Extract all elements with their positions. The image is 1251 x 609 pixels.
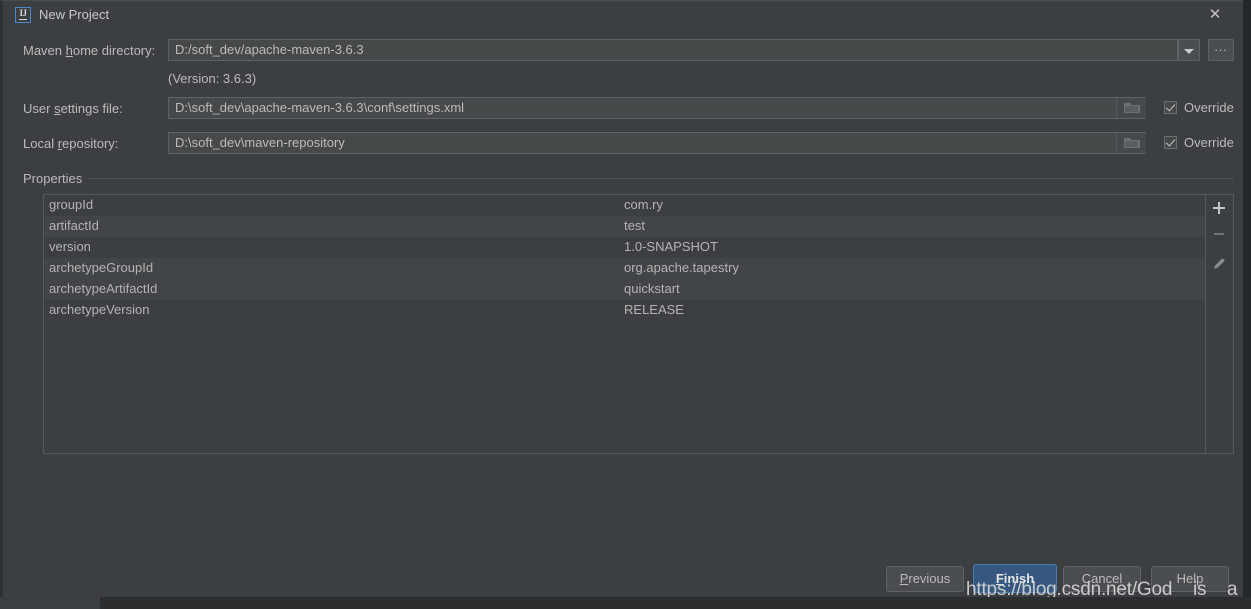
new-project-dialog: IJ New Project ✕ Maven home directory: D… [0, 0, 1251, 600]
user-settings-label: User settings file: [23, 101, 123, 116]
local-repository-label: Local repository: [23, 136, 119, 151]
local-repository-input[interactable]: D:\soft_dev\maven-repository [168, 132, 1146, 154]
property-value: com.ry [624, 197, 663, 212]
property-key: groupId [49, 197, 94, 212]
properties-group-rule [23, 178, 1234, 179]
property-value: RELEASE [624, 302, 684, 317]
remove-property-button[interactable] [1206, 221, 1233, 247]
dialog-titlebar: IJ New Project ✕ [3, 1, 1243, 29]
table-row[interactable]: artifactId test [44, 216, 1208, 237]
property-key: archetypeArtifactId [49, 281, 158, 296]
user-settings-input[interactable]: D:\soft_dev\apache-maven-3.6.3\conf\sett… [168, 97, 1146, 119]
close-icon[interactable]: ✕ [1195, 3, 1235, 27]
folder-icon[interactable] [1116, 98, 1146, 118]
property-value: quickstart [624, 281, 680, 296]
table-row[interactable]: version 1.0-SNAPSHOT [44, 237, 1208, 258]
window-bottom-edge-left [0, 597, 100, 609]
properties-table[interactable]: groupId com.ry artifactId test version 1… [44, 195, 1208, 453]
properties-group-label: Properties [23, 171, 89, 186]
properties-table-panel: groupId com.ry artifactId test version 1… [43, 194, 1234, 454]
checkbox-checked-icon [1164, 101, 1177, 114]
window-bottom-edge [0, 597, 1251, 609]
chevron-down-icon[interactable] [1178, 39, 1200, 61]
dialog-title: New Project [39, 7, 110, 22]
property-key: archetypeVersion [49, 302, 150, 317]
intellij-idea-icon: IJ [15, 7, 31, 23]
checkbox-checked-icon [1164, 136, 1177, 149]
pencil-icon [1214, 258, 1225, 269]
previous-button[interactable]: Previous [886, 566, 964, 592]
edit-property-button[interactable] [1206, 251, 1233, 277]
property-value: test [624, 218, 645, 233]
minus-icon [1214, 233, 1224, 235]
table-row[interactable]: archetypeArtifactId quickstart [44, 279, 1208, 300]
maven-version-note: (Version: 3.6.3) [168, 71, 257, 86]
table-row[interactable]: archetypeVersion RELEASE [44, 300, 1208, 321]
maven-home-input[interactable]: D:/soft_dev/apache-maven-3.6.3 [168, 39, 1178, 61]
plus-icon [1213, 202, 1225, 214]
add-property-button[interactable] [1206, 195, 1233, 221]
folder-icon[interactable] [1116, 133, 1146, 153]
properties-table-toolbar [1205, 195, 1233, 453]
table-row[interactable]: groupId com.ry [44, 195, 1208, 216]
user-settings-override-label: Override [1184, 100, 1234, 115]
window-right-edge [1243, 0, 1251, 609]
property-key: version [49, 239, 91, 254]
property-value: 1.0-SNAPSHOT [624, 239, 718, 254]
property-key: archetypeGroupId [49, 260, 154, 275]
local-repository-override-label: Override [1184, 135, 1234, 150]
maven-home-browse-button[interactable]: ... [1208, 39, 1234, 61]
maven-home-label: Maven home directory: [23, 43, 156, 58]
property-value: org.apache.tapestry [624, 260, 739, 275]
table-row[interactable]: archetypeGroupId org.apache.tapestry [44, 258, 1208, 279]
property-key: artifactId [49, 218, 99, 233]
